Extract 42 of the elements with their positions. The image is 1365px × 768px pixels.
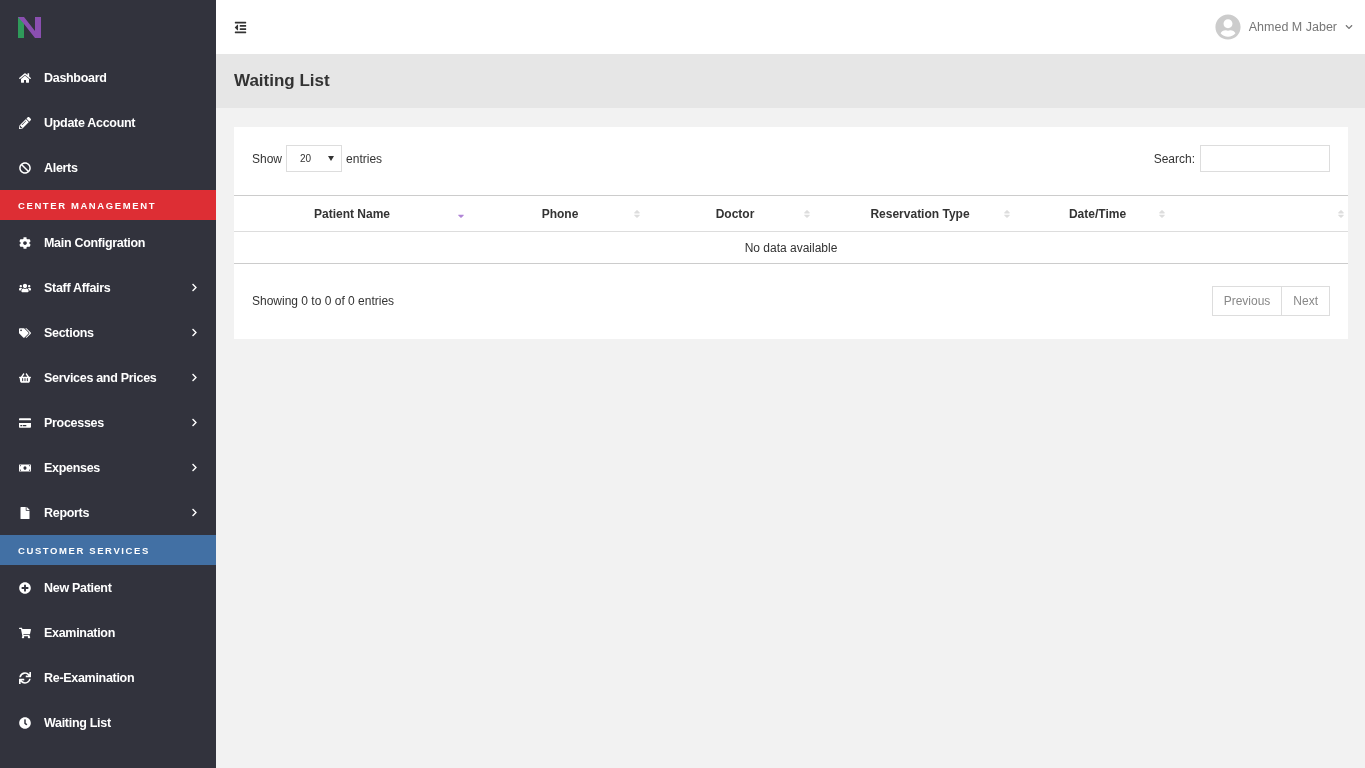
sidebar-item[interactable]: Re-Examination bbox=[0, 655, 216, 700]
section-header: CENTER MANAGEMENT bbox=[0, 190, 216, 220]
sidebar-item[interactable]: Services and Prices bbox=[0, 355, 216, 400]
chevron-right-icon bbox=[190, 373, 199, 382]
sidebar-item[interactable]: Staff Affairs bbox=[0, 265, 216, 310]
user-menu[interactable]: Ahmed M Jaber bbox=[1214, 14, 1353, 40]
section-header: CUSTOMER SERVICES bbox=[0, 535, 216, 565]
sidebar-item[interactable]: Alerts bbox=[0, 145, 216, 190]
column-header[interactable]: Reservation Type bbox=[820, 196, 1020, 231]
sidebar-item[interactable]: Update Account bbox=[0, 100, 216, 145]
caret-icon bbox=[328, 156, 335, 161]
column-header[interactable]: Phone bbox=[470, 196, 650, 231]
avatar-icon bbox=[1214, 14, 1241, 40]
search-field[interactable] bbox=[1200, 145, 1330, 172]
pagination-button[interactable]: Next bbox=[1281, 286, 1330, 316]
show-label: Show bbox=[252, 151, 283, 166]
caret-icon bbox=[1345, 23, 1353, 31]
search-label: Search: bbox=[1153, 151, 1195, 166]
table-info: Showing 0 to 0 of 0 entries bbox=[252, 294, 395, 308]
chevron-right-icon bbox=[190, 418, 199, 427]
column-header[interactable]: Patient Name bbox=[234, 196, 470, 231]
sidebar-item[interactable]: Processes bbox=[0, 400, 216, 445]
sidebar-item[interactable]: New Patient bbox=[0, 565, 216, 610]
empty-message: No data available bbox=[743, 239, 839, 257]
chevron-right-icon bbox=[190, 463, 199, 472]
page-size-select[interactable]: 20 bbox=[286, 145, 343, 172]
chevron-right-icon bbox=[190, 508, 199, 517]
sidebar-item[interactable]: Sections bbox=[0, 310, 216, 355]
logo-icon bbox=[18, 17, 41, 38]
chevron-right-icon bbox=[190, 283, 199, 292]
sidebar-item[interactable]: Dashboard bbox=[0, 55, 216, 100]
sidebar-item[interactable]: Main Configration bbox=[0, 220, 216, 265]
sidebar-item[interactable]: Expenses bbox=[0, 445, 216, 490]
entries-label: entries bbox=[346, 151, 383, 166]
chevron-right-icon bbox=[190, 328, 199, 337]
sidebar-item[interactable]: Reports bbox=[0, 490, 216, 535]
sidebar-item[interactable]: Examination bbox=[0, 610, 216, 655]
sidebar-item[interactable]: Waiting List bbox=[0, 700, 216, 745]
column-header[interactable]: Date/Time bbox=[1020, 196, 1175, 231]
pagination-button[interactable]: Previous bbox=[1211, 286, 1283, 316]
column-header[interactable]: Doctor bbox=[650, 196, 820, 231]
page-title: Waiting List bbox=[234, 71, 330, 91]
